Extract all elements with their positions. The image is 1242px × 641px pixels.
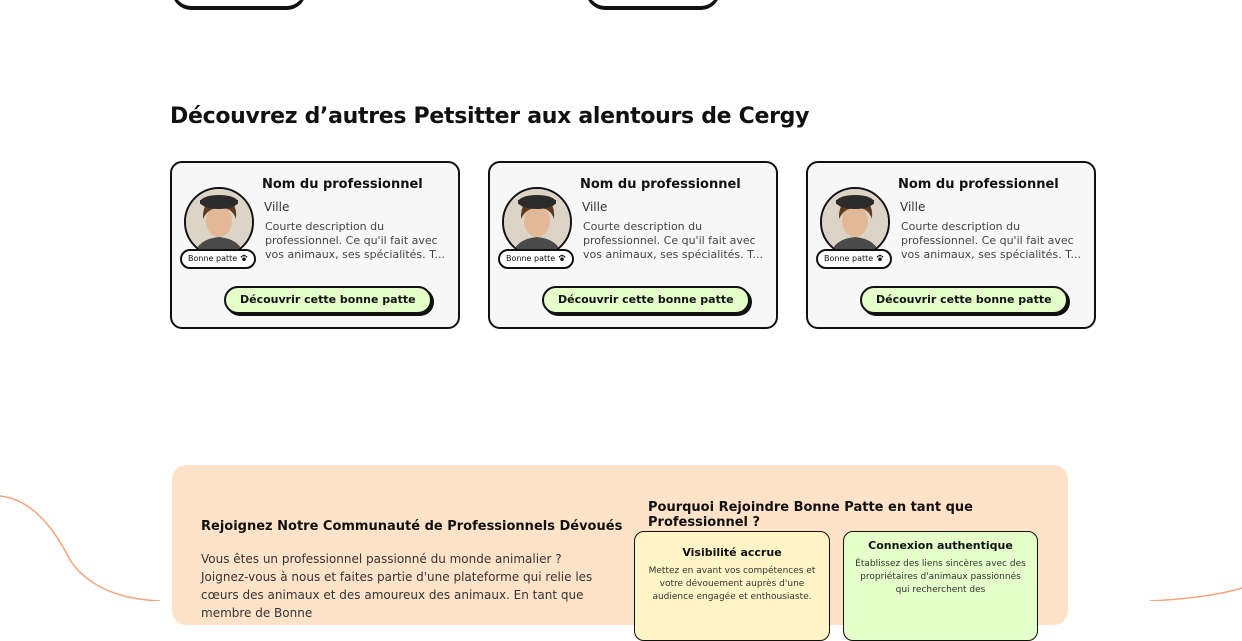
discover-button[interactable]: Découvrir cette bonne patte xyxy=(542,286,750,314)
professional-description: Courte description du professionnel. Ce … xyxy=(583,220,764,261)
badge: Bonne patte xyxy=(498,249,574,269)
discover-button[interactable]: Découvrir cette bonne patte xyxy=(860,286,1068,314)
professional-description: Courte description du professionnel. Ce … xyxy=(901,220,1082,261)
badge-label: Bonne patte xyxy=(188,254,238,263)
badge: Bonne patte xyxy=(816,249,892,269)
paw-icon xyxy=(876,254,884,263)
petsitter-cards: Bonne patte Nom du professionnel Ville C… xyxy=(170,161,1102,333)
badge-label: Bonne patte xyxy=(506,254,556,263)
discover-button[interactable]: Découvrir cette bonne patte xyxy=(224,286,432,314)
petsitter-card: Bonne patte Nom du professionnel Ville C… xyxy=(488,161,778,329)
paw-icon xyxy=(558,254,566,263)
professional-city: Ville xyxy=(264,200,290,214)
section-title: Découvrez d’autres Petsitter aux alentou… xyxy=(170,104,810,129)
avatar xyxy=(184,187,254,257)
badge: Bonne patte xyxy=(180,249,256,269)
professional-description: Courte description du professionnel. Ce … xyxy=(265,220,446,261)
decorative-curve xyxy=(0,495,1242,601)
paw-icon xyxy=(240,254,248,263)
professional-name: Nom du professionnel xyxy=(580,177,741,192)
petsitter-card: Bonne patte Nom du professionnel Ville C… xyxy=(806,161,1096,329)
top-button-right[interactable] xyxy=(586,0,720,8)
professional-city: Ville xyxy=(900,200,926,214)
top-button-left[interactable] xyxy=(172,0,306,8)
petsitter-card: Bonne patte Nom du professionnel Ville C… xyxy=(170,161,460,329)
professional-name: Nom du professionnel xyxy=(262,177,423,192)
badge-label: Bonne patte xyxy=(824,254,874,263)
avatar xyxy=(502,187,572,257)
avatar xyxy=(820,187,890,257)
professional-city: Ville xyxy=(582,200,608,214)
professional-name: Nom du professionnel xyxy=(898,177,1059,192)
